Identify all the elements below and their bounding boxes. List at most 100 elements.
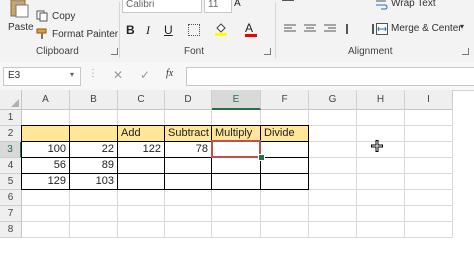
cell-a8[interactable] [22,222,70,238]
cell-i2[interactable] [405,126,453,142]
fill-color-icon[interactable] [215,22,227,36]
font-size-select[interactable]: 11 [204,0,232,13]
column-header-f[interactable]: F [261,90,309,110]
cell-a4[interactable]: 56 [22,158,70,174]
align-left-icon[interactable] [284,24,296,34]
cell-c1[interactable] [118,110,165,126]
cell-b2[interactable] [70,126,118,142]
align-center-icon[interactable] [304,24,316,34]
borders-icon[interactable] [188,24,200,36]
align-top-icon[interactable] [282,0,294,7]
cell-i1[interactable] [405,110,453,126]
enter-check-icon[interactable]: ✓ [140,68,150,82]
cell-b6[interactable] [70,190,118,206]
cell-d3[interactable]: 78 [165,142,212,158]
cell-b3[interactable]: 22 [70,142,118,158]
font-name-select[interactable]: Calibri [122,0,202,13]
fill-handle[interactable] [258,154,265,161]
cell-h8[interactable] [357,222,405,238]
row-header-1[interactable]: 1 [0,110,22,126]
cell-g3[interactable] [309,142,357,158]
cell-d5[interactable] [165,174,212,190]
column-header-c[interactable]: C [118,90,165,110]
formula-input[interactable] [186,67,474,86]
cell-e8[interactable] [212,222,261,238]
column-header-d[interactable]: D [165,90,212,110]
underline-button[interactable]: U [164,23,178,37]
cancel-icon[interactable]: ✕ [113,68,123,82]
row-header-3[interactable]: 3 [0,142,22,158]
italic-button[interactable]: I [146,23,158,37]
cell-d4[interactable] [165,158,212,174]
cell-g5[interactable] [309,174,357,190]
row-header-7[interactable]: 7 [0,206,22,222]
cell-g6[interactable] [309,190,357,206]
cell-g2[interactable] [309,126,357,142]
cell-a5[interactable]: 129 [22,174,70,190]
wrap-text-button[interactable]: Wrap Text [376,0,456,12]
cell-i4[interactable] [405,158,453,174]
cell-a1[interactable] [22,110,70,126]
column-header-b[interactable]: B [70,90,118,110]
decrease-indent-icon[interactable] [346,24,358,34]
cell-g7[interactable] [309,206,357,222]
cell-c8[interactable] [118,222,165,238]
row-header-2[interactable]: 2 [0,126,22,142]
cell-d2[interactable]: Subtract [165,126,212,142]
cell-e5[interactable] [212,174,261,190]
cell-c5[interactable] [118,174,165,190]
column-header-a[interactable]: A [22,90,70,110]
format-painter-button[interactable]: Format Painter [36,28,118,42]
cell-f2[interactable]: Divide [261,126,309,142]
cell-f1[interactable] [261,110,309,126]
cell-c7[interactable] [118,206,165,222]
cell-h4[interactable] [357,158,405,174]
cell-e7[interactable] [212,206,261,222]
cell-i7[interactable] [405,206,453,222]
cell-f4[interactable] [261,158,309,174]
paste-button[interactable]: Paste [4,0,34,42]
cell-f5[interactable] [261,174,309,190]
cell-a3[interactable]: 100 [22,142,70,158]
row-header-4[interactable]: 4 [0,158,22,174]
merge-center-button[interactable]: Merge & Center ▾ [376,22,470,37]
cell-c6[interactable] [118,190,165,206]
name-box[interactable]: E3 ▾ [3,67,81,86]
insert-function-icon[interactable]: fx [166,68,173,79]
row-header-6[interactable]: 6 [0,190,22,206]
cell-e6[interactable] [212,190,261,206]
clipboard-launcher-icon[interactable] [111,48,118,55]
cell-c2[interactable]: Add [118,126,165,142]
cell-d8[interactable] [165,222,212,238]
cell-h7[interactable] [357,206,405,222]
cell-f3[interactable] [261,142,309,158]
cell-i3[interactable] [405,142,453,158]
cell-h5[interactable] [357,174,405,190]
cell-a2[interactable] [22,126,70,142]
row-header-8[interactable]: 8 [0,222,22,238]
cell-c4[interactable] [118,158,165,174]
cell-g8[interactable] [309,222,357,238]
more-dots-icon[interactable]: ⋮ [88,68,98,79]
cell-c3[interactable]: 122 [118,142,165,158]
increase-font-icon[interactable]: A [234,0,241,9]
cell-g1[interactable] [309,110,357,126]
chevron-down-icon[interactable]: ▾ [70,70,74,79]
cell-h1[interactable] [357,110,405,126]
column-header-e[interactable]: E [212,90,261,110]
select-all-corner[interactable] [0,90,22,110]
column-header-g[interactable]: G [309,90,357,110]
row-header-5[interactable]: 5 [0,174,22,190]
column-header-h[interactable]: H [357,90,405,110]
cell-b5[interactable]: 103 [70,174,118,190]
cell-f7[interactable] [261,206,309,222]
cell-f8[interactable] [261,222,309,238]
bold-button[interactable]: B [126,23,138,37]
cell-i5[interactable] [405,174,453,190]
column-header-i[interactable]: I [405,90,453,110]
cell-h6[interactable] [357,190,405,206]
cell-a7[interactable] [22,206,70,222]
chevron-down-icon[interactable]: ▾ [460,22,464,31]
cell-e1[interactable] [212,110,261,126]
copy-button[interactable]: Copy [36,10,96,24]
